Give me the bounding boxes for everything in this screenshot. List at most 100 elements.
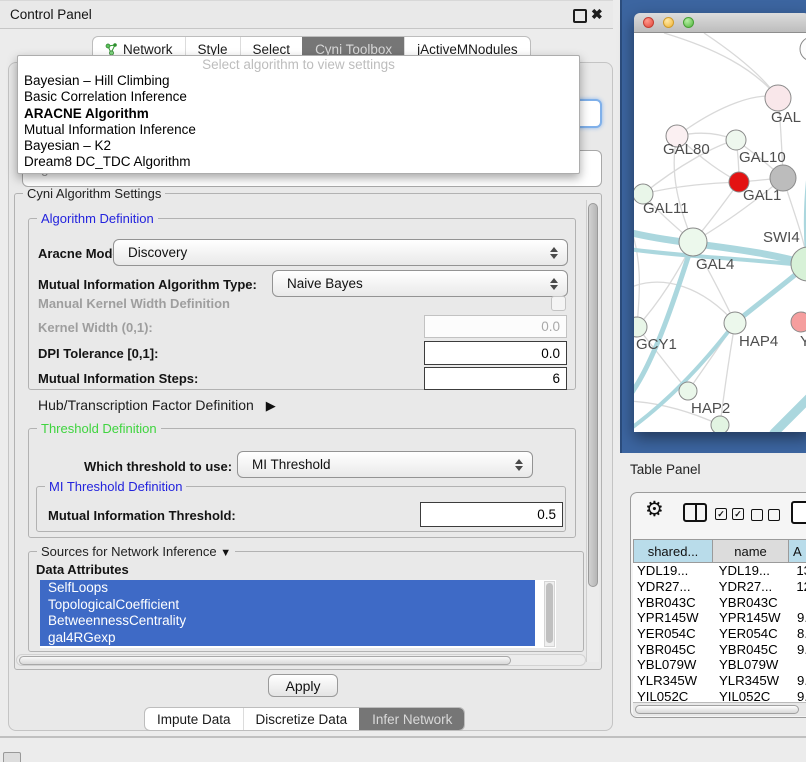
mi-threshold-field[interactable]: 0.5 xyxy=(420,502,563,527)
manual-kernel-width-label: Manual Kernel Width Definition xyxy=(38,296,230,311)
mi-steps-label: Mutual Information Steps: xyxy=(38,371,198,386)
network-graph: GALGAL80GAL10GAL1GAL11GAL4SWI4GCY1HAP4YH… xyxy=(634,33,806,432)
mi-threshold-label: Mutual Information Threshold: xyxy=(48,508,236,523)
data-attribute-option-topologicalcoefficient[interactable]: TopologicalCoefficient xyxy=(40,597,535,614)
table-cell: YDL19... xyxy=(715,563,793,578)
table-cell: YDL19... xyxy=(633,563,715,578)
table-row[interactable]: YLR345WYLR345W9. xyxy=(633,673,806,689)
network-node[interactable] xyxy=(770,165,796,191)
mi-algorithm-type-combo[interactable]: Naive Bayes xyxy=(272,270,568,297)
network-node-gal4[interactable] xyxy=(679,228,707,256)
mi-steps-field[interactable]: 6 xyxy=(424,367,567,390)
algorithm-option-mutual-information-inference[interactable]: Mutual Information Inference xyxy=(18,122,579,138)
network-node-label: Y xyxy=(800,333,806,350)
network-node[interactable] xyxy=(800,37,806,61)
table-cell: YDR27... xyxy=(633,579,715,594)
table-cell: YDR27... xyxy=(715,579,793,594)
table-horizontal-scrollbar-thumb[interactable] xyxy=(635,705,799,714)
algorithm-option-basic-correlation-inference[interactable]: Basic Correlation Inference xyxy=(18,89,579,105)
data-attributes-list[interactable]: SelfLoopsTopologicalCoefficientBetweenne… xyxy=(40,580,556,648)
manual-kernel-width-checkbox[interactable] xyxy=(551,296,566,311)
apply-button[interactable]: Apply xyxy=(268,674,338,697)
settings-vertical-scrollbar[interactable] xyxy=(586,200,599,662)
close-icon[interactable]: ✖ xyxy=(591,6,603,23)
split-columns-icon[interactable] xyxy=(683,503,707,522)
table-cell: YPR145W xyxy=(633,610,715,625)
algorithm-option-bayesian-hill-climbing[interactable]: Bayesian – Hill Climbing xyxy=(18,73,579,89)
sources-title-text: Sources for Network Inference xyxy=(41,544,217,559)
table-row[interactable]: YIL052CYIL052C9. xyxy=(633,689,806,703)
tab-discretize-data[interactable]: Discretize Data xyxy=(243,708,360,730)
data-attributes-label: Data Attributes xyxy=(36,562,129,577)
network-node-gal10[interactable] xyxy=(726,130,746,150)
hub-transcription-expander[interactable]: Hub/Transcription Factor Definition ▶ xyxy=(38,397,276,414)
table-row[interactable]: YER054CYER054C8. xyxy=(633,626,806,642)
which-threshold-combo[interactable]: MI Threshold xyxy=(237,451,533,478)
table-row[interactable]: YDR27...YDR27...12 xyxy=(633,579,806,595)
table-row[interactable]: YBR043CYBR043C xyxy=(633,594,806,610)
sources-group-title[interactable]: Sources for Network Inference ▼ xyxy=(37,544,235,559)
table-panel-title: Table Panel xyxy=(630,462,701,477)
minimize-traffic-light-icon[interactable] xyxy=(663,17,674,28)
table-cell: 9. xyxy=(793,642,806,657)
mi-steps-value: 6 xyxy=(552,371,560,386)
which-threshold-value: MI Threshold xyxy=(238,457,515,472)
table-cell: 9. xyxy=(793,610,806,625)
table-row[interactable]: YPR145WYPR145W9. xyxy=(633,610,806,626)
data-attribute-option-selfloops[interactable]: SelfLoops xyxy=(40,580,535,597)
tab-label: Impute Data xyxy=(157,712,231,727)
settings-vertical-scrollbar-thumb[interactable] xyxy=(588,203,598,587)
table-row[interactable]: YDL19...YDL19...13 xyxy=(633,563,806,579)
zoom-traffic-light-icon[interactable] xyxy=(683,17,694,28)
algorithm-option-bayesian-k2[interactable]: Bayesian – K2 xyxy=(18,138,579,154)
document-icon[interactable] xyxy=(791,501,806,524)
table-cell: YIL052C xyxy=(715,689,793,702)
network-graph-canvas[interactable]: GALGAL80GAL10GAL1GAL11GAL4SWI4GCY1HAP4YH… xyxy=(634,33,806,432)
network-node-gcy1[interactable] xyxy=(634,317,647,337)
kernel-width-field[interactable]: 0.0 xyxy=(424,315,567,338)
data-attribute-option-gal4rgexp[interactable]: gal4RGexp xyxy=(40,630,535,647)
column-header-a[interactable]: A xyxy=(789,539,806,563)
network-node-gal[interactable] xyxy=(765,85,791,111)
network-view-window[interactable]: GALGAL80GAL10GAL1GAL11GAL4SWI4GCY1HAP4YH… xyxy=(634,13,806,432)
table-header: shared...nameA xyxy=(633,539,806,563)
dpi-tolerance-field[interactable]: 0.0 xyxy=(424,341,567,365)
table-cell: YER054C xyxy=(715,626,793,641)
network-window-titlebar[interactable] xyxy=(634,13,806,33)
network-node-y[interactable] xyxy=(791,312,806,332)
expander-right-arrow-icon: ▶ xyxy=(266,398,276,413)
algorithm-dropdown-placeholder: Select algorithm to view settings xyxy=(18,56,579,73)
which-threshold-label: Which threshold to use: xyxy=(84,459,232,474)
table-cell: YBR043C xyxy=(633,595,715,610)
network-node-hap2[interactable] xyxy=(679,382,697,400)
unchecked-boxes-icon[interactable] xyxy=(751,509,780,521)
gear-icon[interactable]: ⚙ xyxy=(645,497,664,523)
aracne-mode-combo[interactable]: Discovery xyxy=(113,239,568,266)
aracne-mode-label: Aracne Mode: xyxy=(38,246,124,261)
table-row[interactable]: YBR045CYBR045C9. xyxy=(633,641,806,657)
network-node-hap4[interactable] xyxy=(724,312,746,334)
float-window-icon[interactable] xyxy=(573,9,587,23)
tab-infer-network[interactable]: Infer Network xyxy=(359,708,464,730)
data-attribute-option-betweennesscentrality[interactable]: BetweennessCentrality xyxy=(40,613,535,630)
close-traffic-light-icon[interactable] xyxy=(643,17,654,28)
network-node[interactable] xyxy=(711,416,729,432)
column-header-name[interactable]: name xyxy=(713,539,789,563)
algorithm-option-dream8-dc-tdc-algorithm[interactable]: Dream8 DC_TDC Algorithm xyxy=(18,154,579,170)
network-node-label: GAL80 xyxy=(663,141,710,158)
attribute-list-scrollbar-thumb[interactable] xyxy=(546,583,553,643)
table-row[interactable]: YBL079WYBL079W xyxy=(633,657,806,673)
attribute-list-scrollbar[interactable] xyxy=(544,581,555,647)
table-cell: YBR043C xyxy=(715,595,793,610)
settings-horizontal-scrollbar[interactable] xyxy=(16,654,586,666)
column-header-shared[interactable]: shared... xyxy=(633,539,713,563)
mi-algorithm-type-label: Mutual Information Algorithm Type: xyxy=(38,277,257,292)
settings-horizontal-scrollbar-thumb[interactable] xyxy=(19,656,511,665)
tab-impute-data[interactable]: Impute Data xyxy=(145,708,243,730)
window-control-fragment[interactable] xyxy=(3,752,21,762)
mi-algorithm-type-value: Naive Bayes xyxy=(273,276,550,291)
checked-boxes-icon[interactable]: ✓✓ xyxy=(715,508,744,520)
algorithm-option-aracne-algorithm[interactable]: ARACNE Algorithm xyxy=(18,106,579,122)
control-panel-titlebar: Control Panel ✖ xyxy=(0,0,613,29)
table-horizontal-scrollbar[interactable] xyxy=(633,702,806,716)
